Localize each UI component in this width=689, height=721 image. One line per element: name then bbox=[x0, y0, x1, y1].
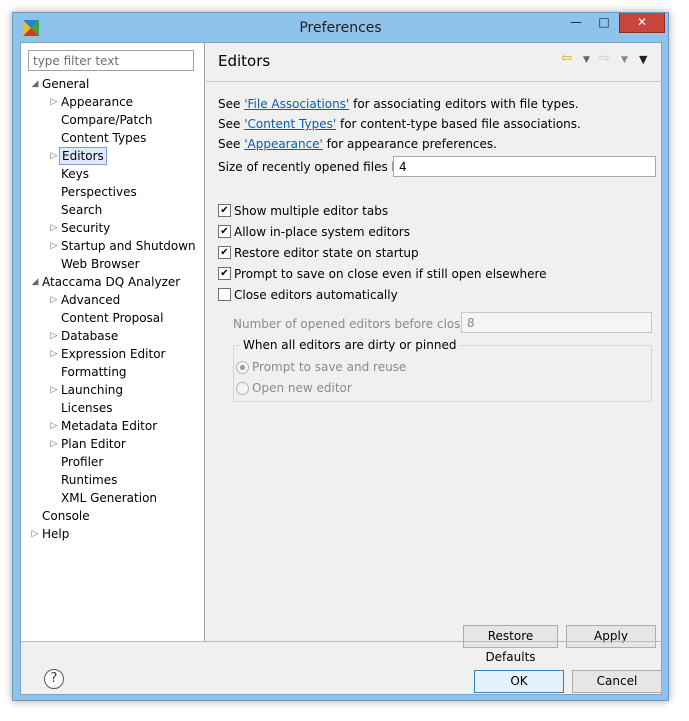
checkmark-icon[interactable]: ✔ bbox=[218, 246, 231, 259]
link-prefix: See bbox=[218, 117, 245, 131]
tree-item-label: Keys bbox=[61, 167, 90, 181]
checkmark-icon[interactable]: ✔ bbox=[218, 225, 231, 238]
expand-down-icon[interactable]: ◢ bbox=[30, 273, 40, 291]
recent-files-label: Size of recently opened files list: bbox=[218, 160, 414, 174]
tree-item-label: Metadata Editor bbox=[61, 419, 158, 433]
title-bar[interactable]: Preferences — □ ✕ bbox=[13, 13, 668, 43]
expand-right-icon[interactable]: ▷ bbox=[49, 435, 59, 453]
expand-down-icon[interactable]: ◢ bbox=[30, 75, 40, 93]
preferences-window: Preferences — □ ✕ ◢General▷AppearanceCom… bbox=[12, 12, 669, 701]
tree-item-label: Licenses bbox=[61, 401, 113, 415]
footer-separator bbox=[21, 641, 663, 642]
editors-page: Editors ⇦ ▼ ⇨ ▼ ▼ See 'File Associations… bbox=[206, 43, 662, 664]
header-separator bbox=[206, 81, 662, 82]
tree-item-label: Console bbox=[42, 509, 90, 523]
appearance-line: See 'Appearance' for appearance preferen… bbox=[218, 137, 497, 151]
forward-dropdown-icon: ▼ bbox=[621, 55, 628, 65]
expand-right-icon[interactable]: ▷ bbox=[49, 237, 59, 255]
close-button[interactable]: ✕ bbox=[619, 13, 665, 33]
opened-editors-input bbox=[461, 312, 652, 333]
back-arrow-icon[interactable]: ⇦ bbox=[561, 51, 572, 71]
filter-input[interactable] bbox=[28, 50, 194, 71]
tree-item-label: Ataccama DQ Analyzer bbox=[42, 275, 181, 289]
content-types-link[interactable]: 'Content Types' bbox=[244, 117, 336, 131]
expand-right-icon[interactable]: ▷ bbox=[49, 291, 59, 309]
expand-right-icon[interactable]: ▷ bbox=[49, 327, 59, 345]
link-prefix: See bbox=[218, 97, 245, 111]
tree-item-label: XML Generation bbox=[61, 491, 158, 505]
link-suffix: for associating editors with file types. bbox=[349, 97, 579, 111]
tree-item-label: Profiler bbox=[61, 455, 104, 469]
checkmark-icon[interactable]: ✔ bbox=[218, 267, 231, 280]
checkbox-label: Allow in-place system editors bbox=[234, 225, 410, 239]
tree-item-label: Formatting bbox=[61, 365, 127, 379]
checkbox-label: Restore editor state on startup bbox=[234, 246, 419, 260]
tree-item-label: Launching bbox=[61, 383, 124, 397]
restore-defaults-button[interactable]: Restore Defaults bbox=[463, 625, 558, 664]
tree-item-label: Startup and Shutdown bbox=[61, 239, 196, 253]
radio-label: Prompt to save and reuse bbox=[252, 360, 407, 374]
view-menu-icon[interactable]: ▼ bbox=[639, 53, 647, 73]
dialog-client-area: ◢General▷AppearanceCompare/PatchContent … bbox=[20, 42, 663, 695]
expand-right-icon[interactable]: ▷ bbox=[49, 219, 59, 237]
content-types-line: See 'Content Types' for content-type bas… bbox=[218, 117, 581, 131]
radio-label: Open new editor bbox=[252, 381, 352, 395]
ok-button[interactable]: OK bbox=[474, 670, 564, 693]
tree-item-label: Database bbox=[61, 329, 119, 343]
opened-editors-label: Number of opened editors before closing: bbox=[233, 317, 484, 331]
link-prefix: See bbox=[218, 137, 245, 151]
tree-item-label: Search bbox=[61, 203, 103, 217]
appearance-link[interactable]: 'Appearance' bbox=[244, 137, 323, 151]
tree-item-label: Web Browser bbox=[61, 257, 140, 271]
checkbox-label: Show multiple editor tabs bbox=[234, 204, 389, 218]
tree-item-label: Content Proposal bbox=[61, 311, 164, 325]
recent-files-input[interactable] bbox=[393, 156, 656, 177]
expand-right-icon[interactable]: ▷ bbox=[49, 147, 59, 165]
tree-item-label: General bbox=[42, 77, 90, 91]
link-suffix: for content-type based file associations… bbox=[336, 117, 581, 131]
file-associations-link[interactable]: 'File Associations' bbox=[244, 97, 349, 111]
preference-tree-pane: ◢General▷AppearanceCompare/PatchContent … bbox=[21, 43, 205, 641]
tree-item-label: Security bbox=[61, 221, 111, 235]
expand-right-icon[interactable]: ▷ bbox=[49, 345, 59, 363]
file-associations-line: See 'File Associations' for associating … bbox=[218, 97, 579, 111]
tree-item-label: Perspectives bbox=[61, 185, 137, 199]
minimize-button[interactable]: — bbox=[563, 13, 589, 33]
maximize-button[interactable]: □ bbox=[591, 13, 617, 33]
checkbox-label: Prompt to save on close even if still op… bbox=[234, 267, 547, 281]
dirty-editors-group-title: When all editors are dirty or pinned bbox=[240, 338, 460, 352]
tree-item-label: Expression Editor bbox=[61, 347, 166, 361]
expand-right-icon[interactable]: ▷ bbox=[30, 525, 40, 543]
radio-indicator bbox=[236, 382, 249, 395]
tree-item-label: Compare/Patch bbox=[61, 113, 153, 127]
tree-item-label: Appearance bbox=[61, 95, 134, 109]
back-dropdown-icon[interactable]: ▼ bbox=[583, 55, 590, 75]
radio-indicator bbox=[236, 361, 249, 374]
tree-item-label: Runtimes bbox=[61, 473, 118, 487]
expand-right-icon[interactable]: ▷ bbox=[49, 417, 59, 435]
cancel-button[interactable]: Cancel bbox=[572, 670, 662, 693]
expand-right-icon[interactable]: ▷ bbox=[49, 93, 59, 111]
tree-item-label: Advanced bbox=[61, 293, 121, 307]
tree-item-label: Help bbox=[42, 527, 70, 541]
apply-button[interactable]: Apply bbox=[566, 625, 656, 648]
checkbox-box[interactable] bbox=[218, 288, 231, 301]
forward-arrow-icon: ⇨ bbox=[599, 51, 610, 66]
help-icon[interactable]: ? bbox=[44, 669, 64, 689]
link-suffix: for appearance preferences. bbox=[322, 137, 497, 151]
tree-item-label: Editors bbox=[59, 147, 107, 165]
page-title: Editors bbox=[218, 52, 271, 70]
tree-item-label: Content Types bbox=[61, 131, 147, 145]
tree-item-label: Plan Editor bbox=[61, 437, 126, 451]
checkmark-icon[interactable]: ✔ bbox=[218, 204, 231, 217]
expand-right-icon[interactable]: ▷ bbox=[49, 381, 59, 399]
checkbox-label: Close editors automatically bbox=[234, 288, 398, 302]
